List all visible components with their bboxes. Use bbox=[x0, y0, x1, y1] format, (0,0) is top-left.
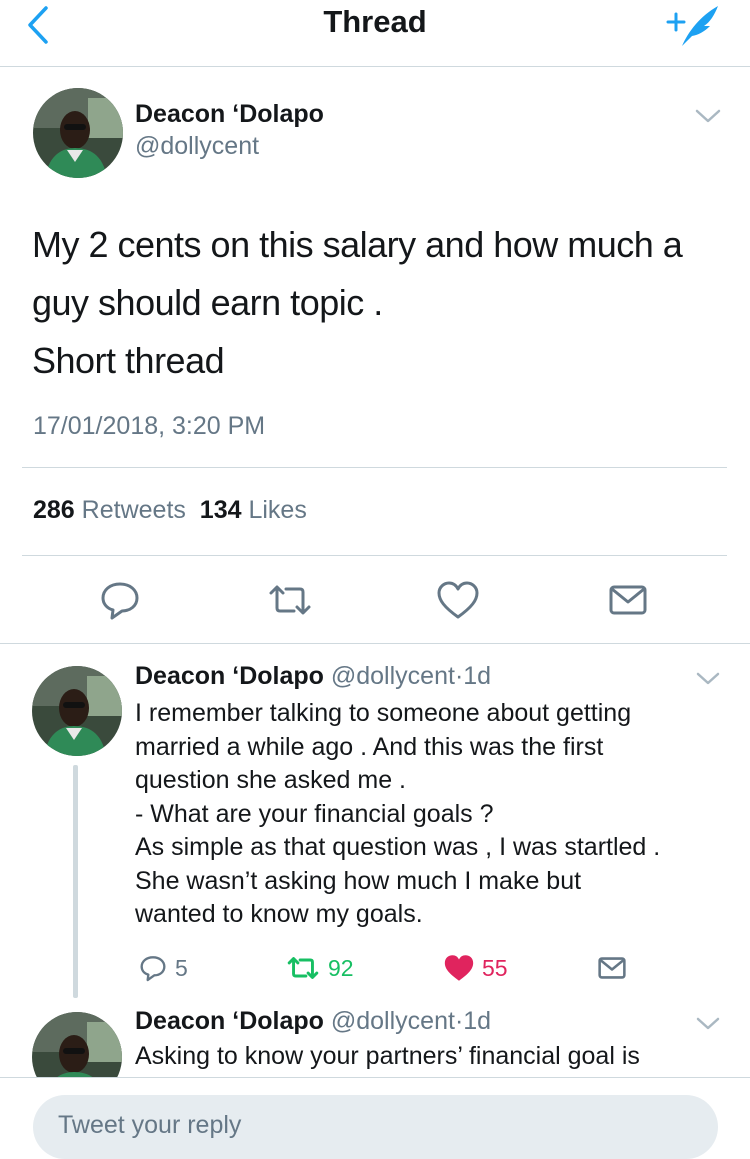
thread-connector-line bbox=[73, 765, 78, 998]
author-handle[interactable]: @dollycent bbox=[135, 132, 259, 161]
likes-label: Likes bbox=[248, 496, 307, 524]
like-button[interactable] bbox=[434, 578, 482, 622]
reply-count: 5 bbox=[175, 954, 188, 981]
profile-photo bbox=[32, 666, 122, 756]
direct-message-button[interactable] bbox=[594, 948, 630, 988]
tweet-text-line: Short thread bbox=[32, 340, 225, 381]
likes-count: 134 bbox=[199, 496, 242, 524]
author-name[interactable]: Deacon ‘Dolapo bbox=[135, 100, 324, 129]
reply-text: I remember talking to someone about gett… bbox=[135, 697, 735, 932]
direct-message-button[interactable] bbox=[604, 578, 652, 622]
reply-header: Deacon ‘Dolapo @dollycent·1d bbox=[135, 662, 491, 691]
retweets-label: Retweets bbox=[81, 496, 186, 524]
retweets-stat[interactable]: 286 Retweets bbox=[33, 496, 186, 524]
tweet-text: My 2 cents on this salary and how much a… bbox=[32, 216, 732, 390]
reply-input-placeholder: Tweet your reply bbox=[58, 1111, 242, 1139]
navigation-bar: Thread bbox=[0, 0, 750, 67]
retweet-count: 92 bbox=[328, 954, 354, 981]
chevron-down-icon bbox=[696, 672, 720, 685]
reply-text-line: As simple as that question was , I was s… bbox=[135, 833, 661, 861]
message-icon bbox=[609, 585, 647, 615]
retweet-icon bbox=[269, 585, 311, 615]
tweet-stats: 286 Retweets 134 Likes bbox=[33, 496, 307, 525]
tweet-text-line: guy should earn topic . bbox=[32, 282, 383, 323]
retweet-button[interactable] bbox=[266, 578, 314, 622]
tweet-text-line: My 2 cents on this salary and how much a bbox=[32, 224, 683, 265]
reply-header: Deacon ‘Dolapo @dollycent·1d bbox=[135, 1007, 491, 1036]
author-name[interactable]: Deacon ‘Dolapo bbox=[135, 662, 324, 690]
reply-age: 1d bbox=[463, 1007, 492, 1035]
like-button[interactable]: 55 bbox=[442, 948, 508, 988]
reply-text-line: I remember talking to someone about gett… bbox=[135, 699, 632, 727]
tweet-options-button[interactable] bbox=[694, 1013, 722, 1035]
tweet-options-button[interactable] bbox=[694, 668, 722, 690]
compose-tweet-button[interactable] bbox=[660, 2, 724, 52]
tweet-timestamp: 17/01/2018, 3:20 PM bbox=[33, 412, 266, 440]
reply-icon bbox=[140, 956, 166, 982]
reply-text-line: She wasn’t asking how much I make but bbox=[135, 866, 582, 895]
author-name[interactable]: Deacon ‘Dolapo bbox=[135, 1007, 324, 1035]
author-handle[interactable]: @dollycent bbox=[331, 1007, 455, 1035]
avatar[interactable] bbox=[33, 88, 123, 178]
chevron-down-icon bbox=[696, 1017, 720, 1030]
profile-photo bbox=[33, 88, 123, 178]
retweet-icon bbox=[287, 957, 319, 979]
message-icon bbox=[598, 957, 626, 979]
reply-text-line: question she asked me . bbox=[135, 766, 406, 794]
chevron-down-icon bbox=[695, 109, 721, 123]
reply-text-line: wanted to know my goals. bbox=[135, 900, 423, 928]
retweets-count: 286 bbox=[33, 496, 75, 524]
divider bbox=[0, 643, 750, 644]
liked-heart-icon bbox=[444, 955, 474, 981]
retweet-button[interactable]: 92 bbox=[284, 948, 354, 988]
page-title: Thread bbox=[323, 4, 427, 39]
reply-text-line: married a while ago . And this was the f… bbox=[135, 732, 604, 761]
reply-text-line: Asking to know your partners’ financial … bbox=[135, 1042, 640, 1070]
like-icon bbox=[437, 581, 479, 619]
like-count: 55 bbox=[482, 954, 508, 981]
divider bbox=[22, 467, 727, 468]
likes-stat[interactable]: 134 Likes bbox=[200, 496, 307, 524]
avatar[interactable] bbox=[32, 666, 122, 756]
compose-tweet-icon bbox=[666, 6, 718, 46]
divider bbox=[22, 555, 727, 556]
reply-button[interactable]: 5 bbox=[137, 948, 188, 988]
reply-button[interactable] bbox=[96, 578, 144, 622]
reply-age: 1d bbox=[463, 662, 492, 690]
reply-icon bbox=[101, 582, 139, 620]
author-handle[interactable]: @dollycent bbox=[331, 662, 455, 690]
tweet-options-button[interactable] bbox=[693, 104, 723, 128]
reply-text-line: - What are your financial goals ? bbox=[135, 799, 494, 828]
